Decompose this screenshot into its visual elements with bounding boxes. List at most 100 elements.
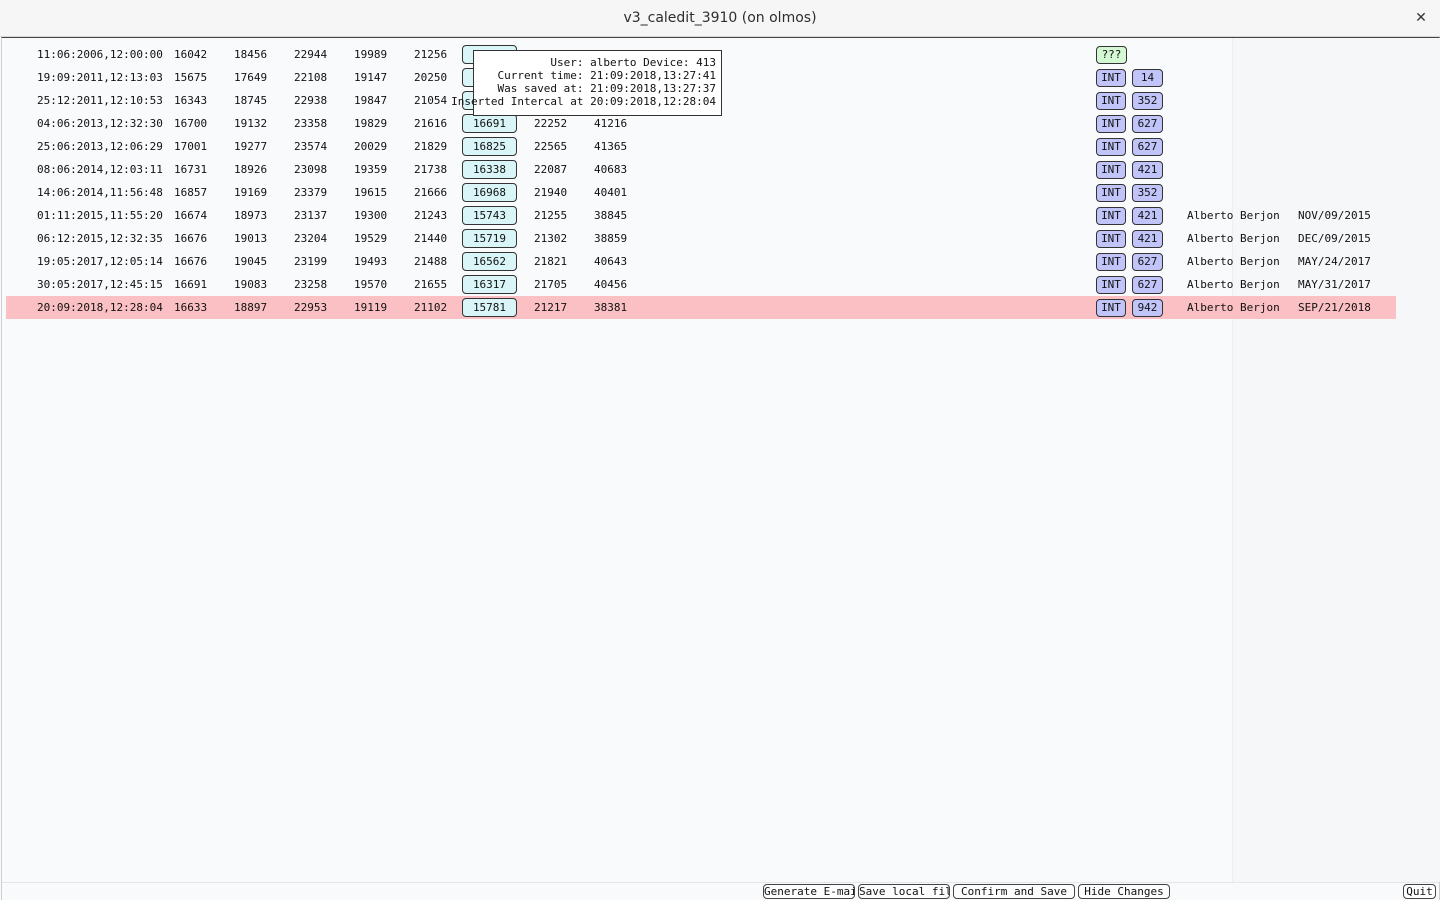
row-date: 25:12:2011,12:10:53 xyxy=(37,94,163,107)
type-badge[interactable]: INT xyxy=(1096,184,1126,202)
confirm-and-save-button[interactable]: Confirm and Save xyxy=(953,884,1075,899)
row-value-3: 22108 xyxy=(294,71,328,84)
hide-changes-button[interactable]: Hide Changes xyxy=(1078,884,1170,899)
editable-value-box[interactable]: 16825 xyxy=(462,137,517,156)
number-badge[interactable]: 627 xyxy=(1132,138,1163,156)
number-badge[interactable]: 421 xyxy=(1132,230,1163,248)
calibration-editor-canvas: 11:06:2006,12:00:00 16042 18456 22944 19989 2… xyxy=(1,37,1440,900)
row-value-4: 19300 xyxy=(354,209,388,222)
editable-value-box[interactable]: 16562 xyxy=(462,252,517,271)
type-badge[interactable]: INT xyxy=(1096,138,1126,156)
number-badge[interactable]: 421 xyxy=(1132,207,1163,225)
number-badge[interactable]: 627 xyxy=(1132,276,1163,294)
row-saved-date: MAY/31/2017 xyxy=(1298,278,1371,291)
row-value-2: 18926 xyxy=(234,163,268,176)
row-value-2: 19277 xyxy=(234,140,268,153)
generate-email-button[interactable]: Generate E-mail xyxy=(763,884,855,899)
number-badge[interactable]: 14 xyxy=(1132,69,1163,87)
row-value-1: 17001 xyxy=(174,140,208,153)
table-row[interactable]: 06:12:2015,12:32:35 16676 19013 23204 19529 2… xyxy=(6,227,1396,250)
table-row[interactable]: 30:05:2017,12:45:15 16691 19083 23258 19570 2… xyxy=(6,273,1396,296)
row-value-4: 19989 xyxy=(354,48,388,61)
row-value-2: 19132 xyxy=(234,117,268,130)
number-badge[interactable]: 352 xyxy=(1132,92,1163,110)
number-badge[interactable]: 627 xyxy=(1132,115,1163,133)
save-local-file-button[interactable]: Save local file xyxy=(858,884,950,899)
row-value-4: 20029 xyxy=(354,140,388,153)
row-value-7: 21217 xyxy=(534,301,568,314)
row-value-2: 19013 xyxy=(234,232,268,245)
editable-value-box[interactable]: 16691 xyxy=(462,114,517,133)
type-badge[interactable]: INT xyxy=(1096,161,1126,179)
row-value-1: 16676 xyxy=(174,232,208,245)
editable-value-box[interactable]: 15719 xyxy=(462,229,517,248)
row-value-8: 40643 xyxy=(594,255,628,268)
row-value-3: 23379 xyxy=(294,186,328,199)
row-value-7: 21302 xyxy=(534,232,568,245)
row-value-8: 41216 xyxy=(594,117,628,130)
row-value-3: 23098 xyxy=(294,163,328,176)
table-row[interactable]: 19:05:2017,12:05:14 16676 19045 23199 19493 2… xyxy=(6,250,1396,273)
type-badge[interactable]: INT xyxy=(1096,253,1126,271)
number-badge[interactable]: 942 xyxy=(1132,299,1163,317)
tooltip-user-line: User: alberto Device: 413 xyxy=(550,56,716,69)
table-row[interactable]: 08:06:2014,12:03:11 16731 18926 23098 19359 2… xyxy=(6,158,1396,181)
type-badge[interactable]: INT xyxy=(1096,276,1126,294)
row-value-4: 19615 xyxy=(354,186,388,199)
type-badge[interactable]: INT xyxy=(1096,207,1126,225)
row-date: 08:06:2014,12:03:11 xyxy=(37,163,163,176)
row-value-1: 15675 xyxy=(174,71,208,84)
editable-value-box[interactable]: 16317 xyxy=(462,275,517,294)
row-value-2: 18745 xyxy=(234,94,268,107)
row-value-3: 23358 xyxy=(294,117,328,130)
quit-button[interactable]: Quit xyxy=(1403,884,1436,899)
editable-value-box[interactable]: 16968 xyxy=(462,183,517,202)
row-value-3: 23258 xyxy=(294,278,328,291)
type-badge[interactable]: INT xyxy=(1096,230,1126,248)
row-value-3: 23204 xyxy=(294,232,328,245)
row-value-7: 21705 xyxy=(534,278,568,291)
row-value-4: 19829 xyxy=(354,117,388,130)
row-value-2: 19083 xyxy=(234,278,268,291)
type-badge[interactable]: INT xyxy=(1096,299,1126,317)
row-value-7: 22087 xyxy=(534,163,568,176)
editable-value-box[interactable]: 15781 xyxy=(462,298,517,317)
row-value-4: 19359 xyxy=(354,163,388,176)
close-icon[interactable]: ✕ xyxy=(1412,9,1430,27)
type-badge[interactable]: INT xyxy=(1096,92,1126,110)
type-badge[interactable]: ??? xyxy=(1096,46,1127,64)
table-row[interactable]: 01:11:2015,11:55:20 16674 18973 23137 19300 2… xyxy=(6,204,1396,227)
row-value-5: 21616 xyxy=(414,117,448,130)
row-value-4: 19147 xyxy=(354,71,388,84)
row-value-8: 40456 xyxy=(594,278,628,291)
row-value-1: 16343 xyxy=(174,94,208,107)
row-saved-date: SEP/21/2018 xyxy=(1298,301,1371,314)
row-value-2: 18973 xyxy=(234,209,268,222)
row-user: Alberto Berjon xyxy=(1187,255,1280,268)
row-value-4: 19493 xyxy=(354,255,388,268)
row-value-8: 40401 xyxy=(594,186,628,199)
editable-value-box[interactable]: 16338 xyxy=(462,160,517,179)
type-badge[interactable]: INT xyxy=(1096,69,1126,87)
row-value-7: 21821 xyxy=(534,255,568,268)
row-value-4: 19570 xyxy=(354,278,388,291)
row-value-7: 22252 xyxy=(534,117,568,130)
row-value-1: 16674 xyxy=(174,209,208,222)
row-date: 25:06:2013,12:06:29 xyxy=(37,140,163,153)
number-badge[interactable]: 421 xyxy=(1132,161,1163,179)
table-row[interactable]: 20:09:2018,12:28:04 16633 18897 22953 19119 2… xyxy=(6,296,1396,319)
tooltip-inserted-line: Inserted Intercal at 20:09:2018,12:28:04 xyxy=(451,95,716,108)
type-badge[interactable]: INT xyxy=(1096,115,1126,133)
table-row[interactable]: 14:06:2014,11:56:48 16857 19169 23379 19615 2… xyxy=(6,181,1396,204)
editable-value-box[interactable]: 15743 xyxy=(462,206,517,225)
number-badge[interactable]: 627 xyxy=(1132,253,1163,271)
row-value-1: 16042 xyxy=(174,48,208,61)
row-value-2: 19045 xyxy=(234,255,268,268)
row-value-3: 22944 xyxy=(294,48,328,61)
row-value-1: 16676 xyxy=(174,255,208,268)
table-row[interactable]: 25:06:2013,12:06:29 17001 19277 23574 20029 2… xyxy=(6,135,1396,158)
row-value-3: 23574 xyxy=(294,140,328,153)
row-saved-date: NOV/09/2015 xyxy=(1298,209,1371,222)
window-titlebar: v3_caledit_3910 (on olmos) ✕ xyxy=(0,0,1440,37)
number-badge[interactable]: 352 xyxy=(1132,184,1163,202)
